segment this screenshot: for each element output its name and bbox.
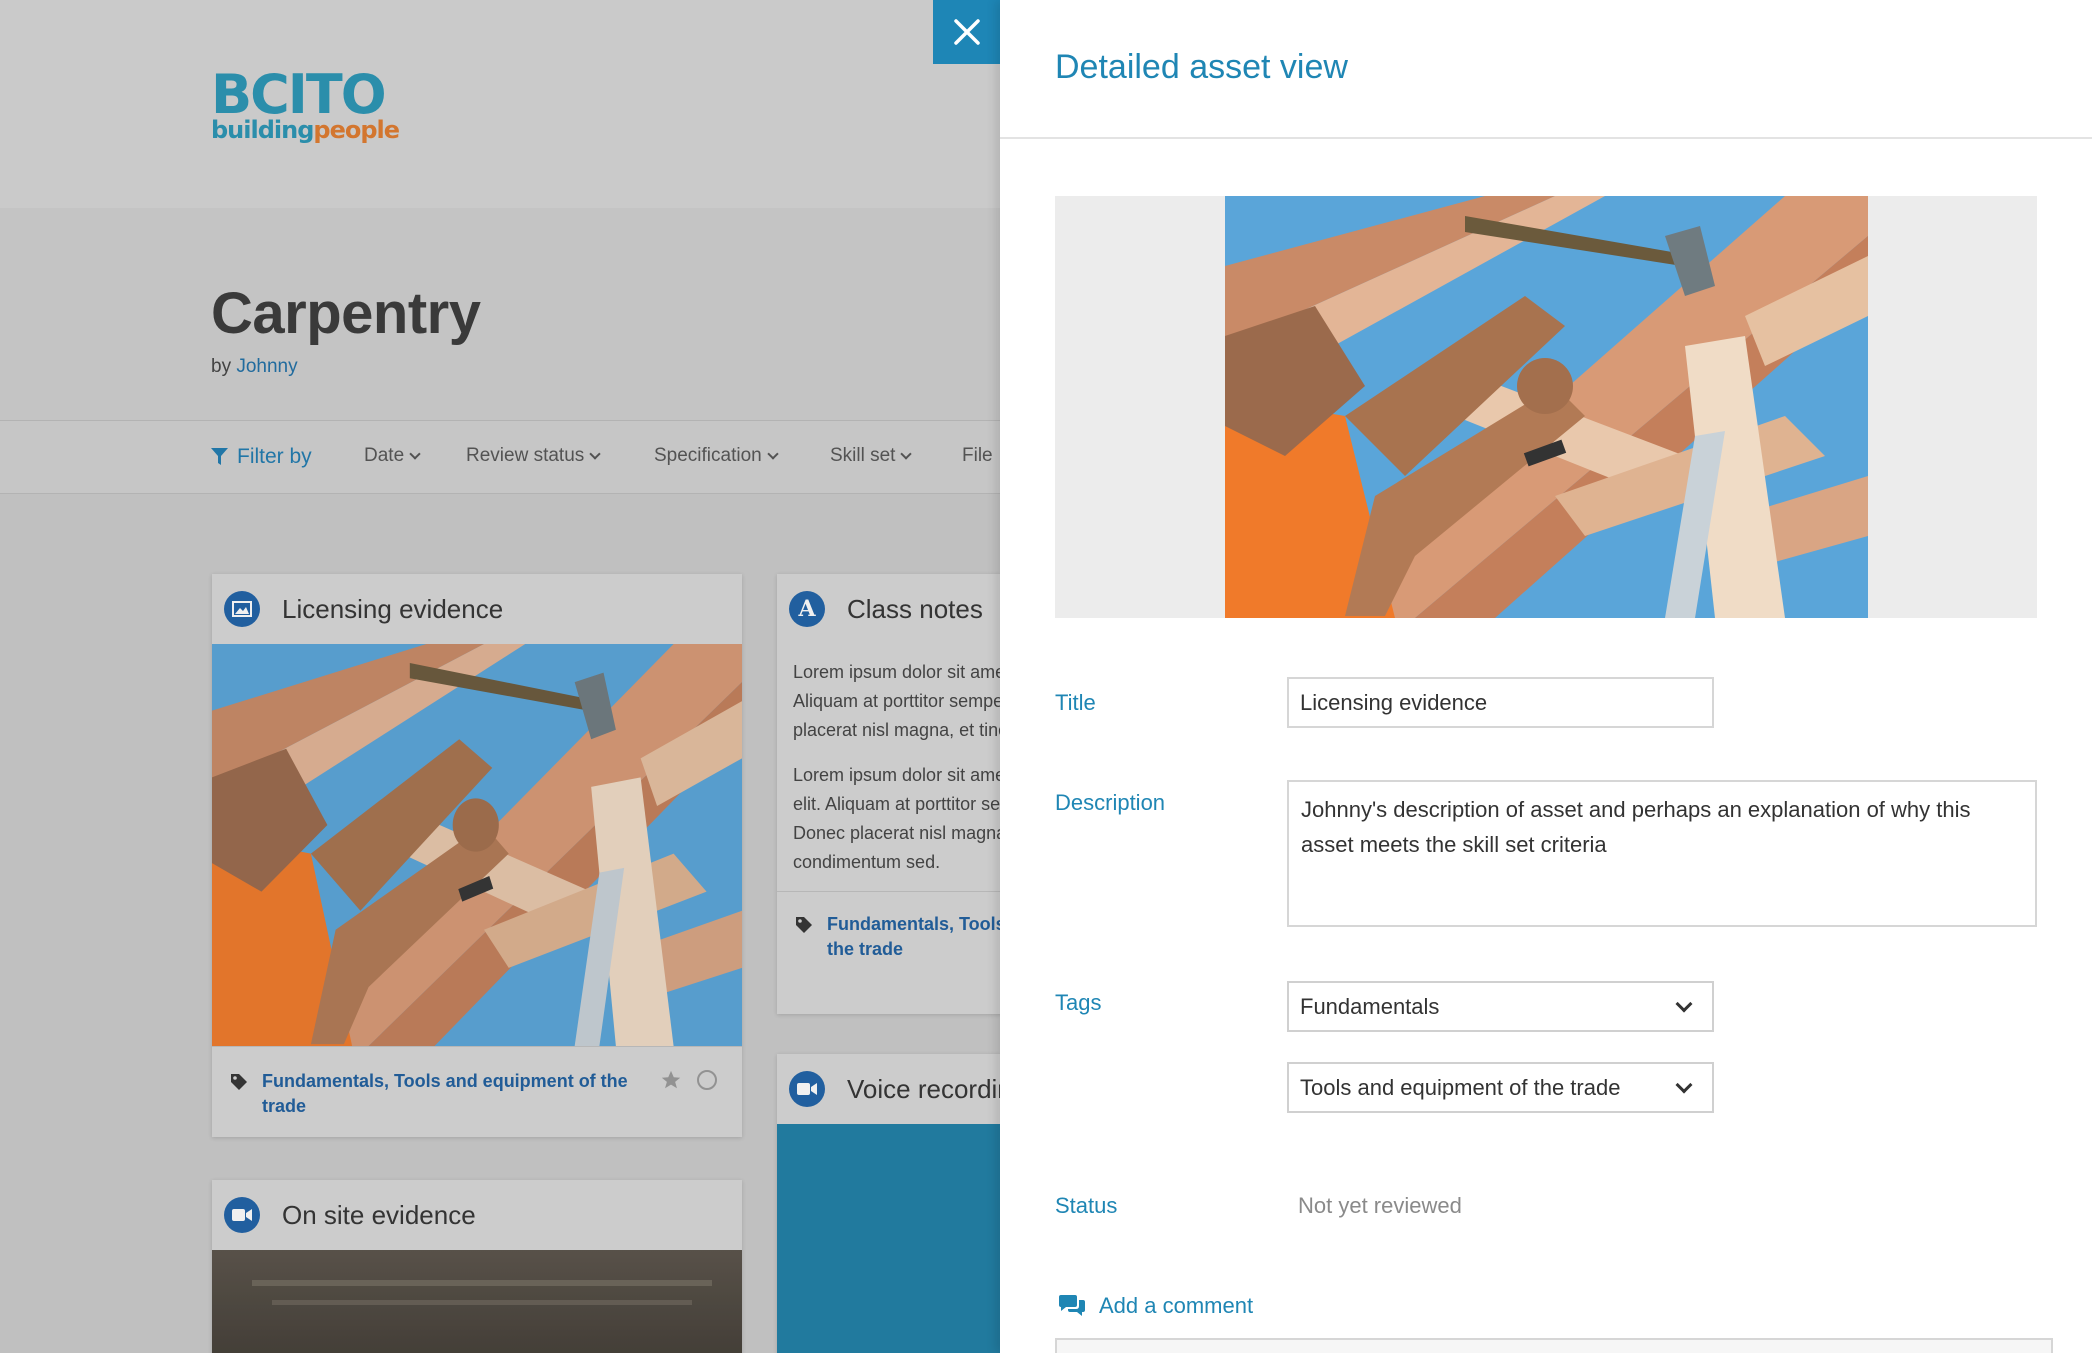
video-icon xyxy=(789,1071,825,1107)
card-photo xyxy=(212,644,742,1046)
title-input[interactable]: Licensing evidence xyxy=(1287,677,1714,728)
card-video-thumbnail xyxy=(212,1250,742,1353)
card-media xyxy=(777,1124,1000,1353)
background-page: BCITO buildingpeople Carpentry by Johnny… xyxy=(0,0,1000,1353)
card-title: Class notes xyxy=(847,593,983,624)
asset-detail-drawer: Detailed asset view Title Licensing evid… xyxy=(1000,0,2092,1353)
card-title: Licensing evidence xyxy=(282,593,504,624)
title-label: Title xyxy=(1055,690,1096,715)
chevron-down-icon xyxy=(409,448,421,460)
project-byline: by Johnny xyxy=(211,356,298,377)
tag-icon xyxy=(231,1074,247,1090)
card-header: A Class notes xyxy=(777,574,1000,644)
card-header: Voice recording xyxy=(777,1054,1000,1124)
filter-date[interactable]: Date xyxy=(364,445,421,467)
logo-tagline: buildingpeople xyxy=(211,116,400,144)
project-band xyxy=(0,208,1000,420)
tag-select-value: Tools and equipment of the trade xyxy=(1300,1074,1621,1100)
chevron-down-icon xyxy=(1675,995,1693,1012)
tag-icon xyxy=(796,917,812,933)
asset-card-voice-recording[interactable]: Voice recording xyxy=(777,1054,1000,1353)
image-icon xyxy=(224,591,260,627)
site-header: BCITO buildingpeople xyxy=(0,0,1000,208)
card-tags[interactable]: Fundamentals, Tools and equipment of the… xyxy=(262,1069,632,1119)
filter-bar: Filter by Date Review status Specificati… xyxy=(0,420,1000,494)
card-header: Licensing evidence xyxy=(212,574,742,644)
filter-skill-set[interactable]: Skill set xyxy=(830,445,913,467)
tag-select-2[interactable]: Tools and equipment of the trade xyxy=(1287,1062,1714,1113)
asset-card-class-notes[interactable]: A Class notes Lorem ipsum dolor sit amet… xyxy=(777,574,1000,1014)
chevron-down-icon xyxy=(1675,1076,1693,1093)
comment-icon xyxy=(1059,1295,1085,1316)
logo[interactable]: BCITO buildingpeople xyxy=(211,63,400,144)
description-textarea[interactable]: Johnny's description of asset and perhap… xyxy=(1287,780,2037,927)
status-value: Not yet reviewed xyxy=(1298,1193,1462,1218)
select-circle-icon[interactable] xyxy=(696,1069,718,1091)
card-footer: Fundamentals, Tools and equipment ofthe … xyxy=(777,891,1000,978)
page-title: Carpentry xyxy=(211,281,481,346)
description-label: Description xyxy=(1055,790,1166,815)
card-title: On site evidence xyxy=(282,1199,476,1230)
drawer-header: Detailed asset view xyxy=(1000,0,2092,139)
video-icon xyxy=(224,1197,260,1233)
filter-review-status[interactable]: Review status xyxy=(466,445,601,467)
filter-specification[interactable]: Specification xyxy=(654,445,779,467)
logo-text: BCITO xyxy=(211,63,387,126)
card-header: On site evidence xyxy=(212,1180,742,1250)
filter-icon xyxy=(211,448,228,465)
author-link[interactable]: Johnny xyxy=(236,356,297,377)
asset-card-licensing[interactable]: Licensing evidence Fundamentals, Tools a… xyxy=(212,574,742,1137)
status-label: Status xyxy=(1055,1193,1118,1218)
card-footer: Fundamentals, Tools and equipment of the… xyxy=(212,1046,742,1135)
star-icon[interactable] xyxy=(660,1069,682,1091)
asset-card-on-site[interactable]: On site evidence xyxy=(212,1180,742,1353)
comment-input[interactable] xyxy=(1055,1338,2053,1353)
drawer-title: Detailed asset view xyxy=(1055,48,1348,86)
card-title: Voice recording xyxy=(847,1073,1000,1104)
filter-by-button[interactable]: Filter by xyxy=(211,445,312,469)
asset-preview xyxy=(1055,196,2037,618)
tag-select-value: Fundamentals xyxy=(1300,993,1440,1019)
chevron-down-icon xyxy=(589,448,601,460)
close-button[interactable] xyxy=(933,0,1000,64)
tags-label: Tags xyxy=(1055,990,1102,1015)
close-icon xyxy=(953,19,980,45)
asset-photo[interactable] xyxy=(1225,196,1868,618)
add-comment-button[interactable]: Add a comment xyxy=(1057,1293,1253,1319)
text-icon: A xyxy=(789,591,825,627)
chevron-down-icon xyxy=(767,448,779,460)
card-tags[interactable]: Fundamentals, Tools and equipment ofthe … xyxy=(827,912,1000,962)
card-notes: Lorem ipsum dolor sit amet, Aliquam at po… xyxy=(793,662,1000,872)
chevron-down-icon xyxy=(900,448,913,460)
filter-file[interactable]: File xyxy=(962,445,993,467)
tag-select-1[interactable]: Fundamentals xyxy=(1287,981,1714,1032)
